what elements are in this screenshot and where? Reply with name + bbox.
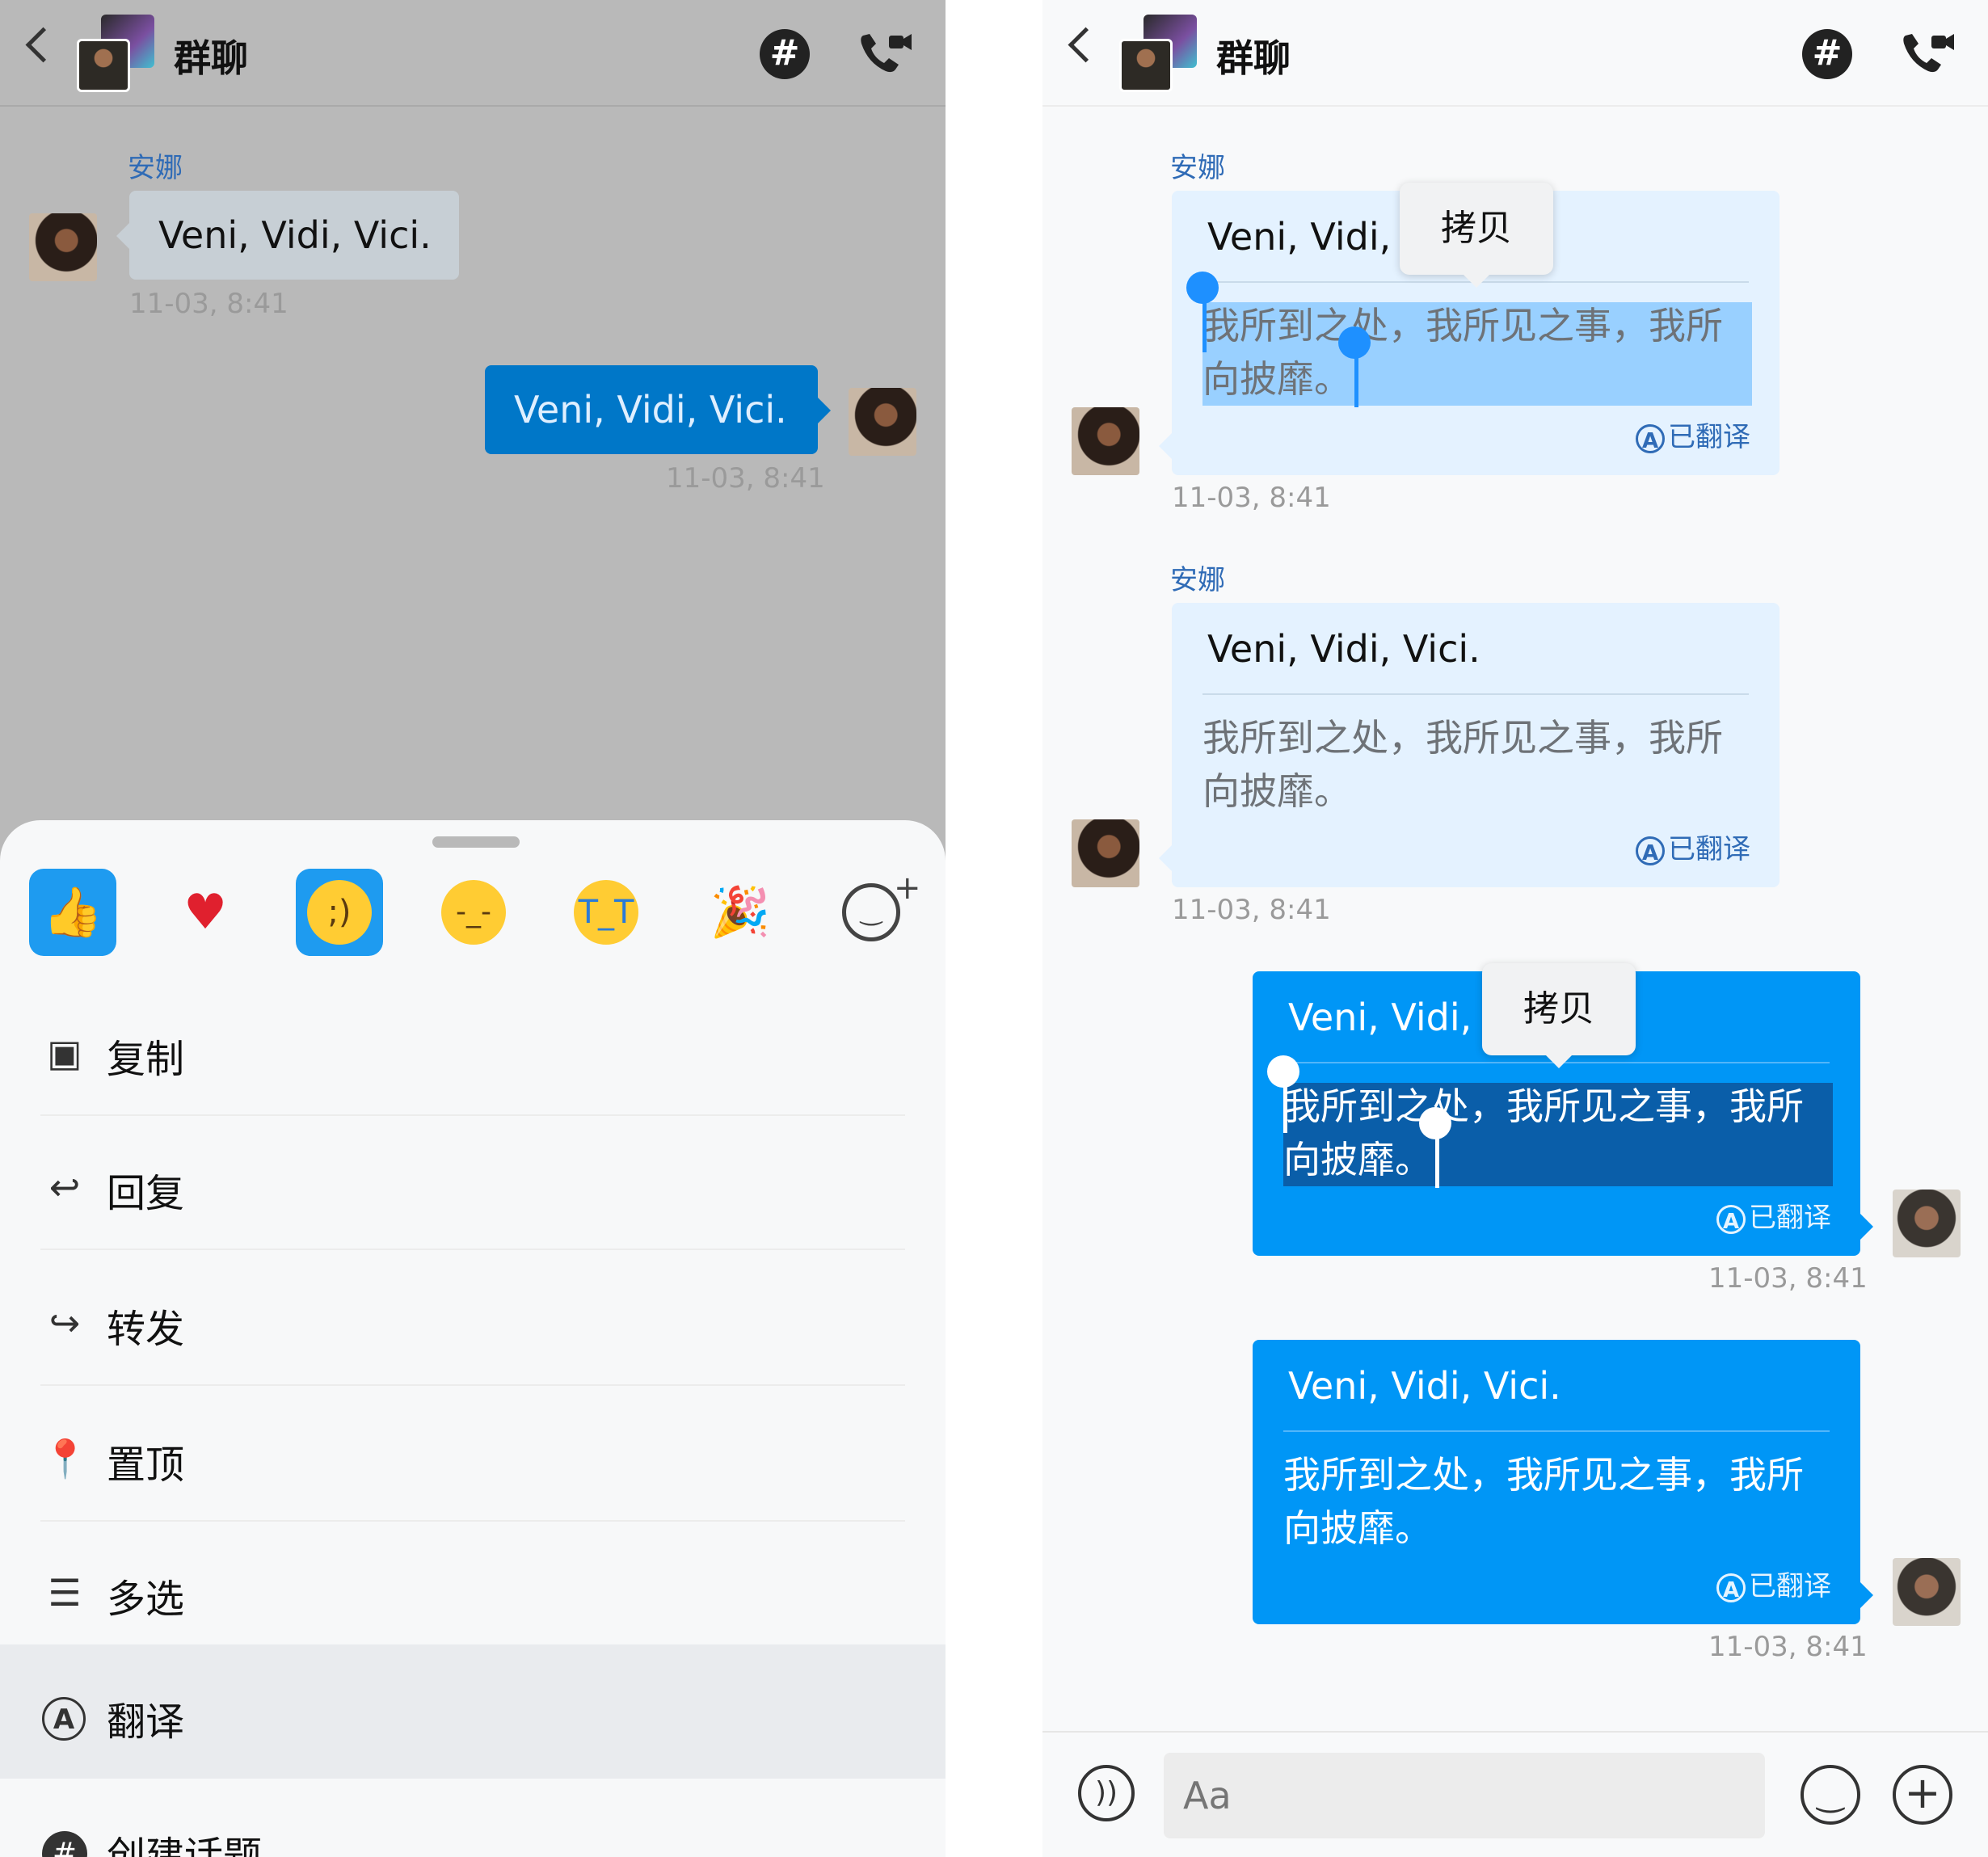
- translate-icon: A: [1716, 1573, 1746, 1602]
- raised-eyebrow-face-icon[interactable]: -_-: [430, 869, 517, 956]
- group-avatar[interactable]: [77, 15, 154, 92]
- sender-name: 安娜: [128, 152, 183, 184]
- translated-tag: A 已翻译: [1716, 1564, 1831, 1603]
- menu-multiselect[interactable]: ☰ 多选: [0, 1522, 946, 1656]
- video-call-icon[interactable]: [1899, 29, 1956, 78]
- menu-label: 置顶: [107, 1442, 185, 1488]
- add-attachment-icon[interactable]: +: [1893, 1765, 1952, 1825]
- menu-label: 转发: [107, 1307, 185, 1352]
- original-text: Veni, Vidi,: [1288, 996, 1472, 1039]
- selection-start-handle[interactable]: [1267, 1055, 1299, 1088]
- menu-label: 复制: [107, 1037, 185, 1082]
- hash-icon: #: [42, 1827, 87, 1857]
- copy-popup[interactable]: 拷贝: [1482, 963, 1636, 1068]
- avatar[interactable]: [29, 213, 97, 281]
- topic-hash-icon[interactable]: #: [760, 29, 810, 79]
- message-timestamp: 11-03, 8:41: [1172, 482, 1331, 514]
- sheet-grip[interactable]: [432, 836, 520, 848]
- message-text: Veni, Vidi, Vici.: [514, 388, 787, 432]
- original-text: Veni, Vidi, Vici.: [1288, 1364, 1561, 1408]
- add-reaction-icon[interactable]: ‿ +: [831, 869, 921, 956]
- chat-header: 群聊 #: [1042, 0, 1988, 107]
- video-call-icon[interactable]: [857, 29, 913, 78]
- action-sheet: 👍 ♥ ;) -_- T_T 🎉 ‿+ ▣ 复制 ↩ 回复 ↪ 转发 📍 置顶: [0, 820, 946, 1857]
- composer-bar: )) ‿ +: [1042, 1731, 1988, 1857]
- translated-text: 我所到之处，我所见之事，我所向披靡。: [1202, 716, 1723, 813]
- menu-label: 创建话题: [107, 1834, 263, 1857]
- chat-title: 群聊: [174, 36, 248, 80]
- translate-icon: A: [1636, 423, 1665, 453]
- incoming-message-bubble[interactable]: Veni, Vidi, Vici.: [116, 191, 459, 280]
- message-text: Veni, Vidi, Vici.: [158, 213, 432, 257]
- message-timestamp: 11-03, 8:41: [666, 462, 825, 495]
- selection-start-handle[interactable]: [1186, 272, 1219, 304]
- incoming-message-bubble[interactable]: Veni, Vidi, Vici. 我所到之处，我所见之事，我所向披靡。 A 已翻…: [1159, 603, 1780, 887]
- avatar[interactable]: [849, 388, 916, 456]
- left-panel: 群聊 # 安娜 Veni, Vidi, Vici. 11-03, 8:41 Ve…: [0, 0, 946, 1857]
- outgoing-message-bubble[interactable]: Veni, Vidi, Vici. 我所到之处，我所见之事，我所向披靡。 A 已翻…: [1253, 1340, 1873, 1624]
- chat-header: 群聊 #: [0, 0, 946, 107]
- party-popper-icon[interactable]: 🎉: [697, 869, 784, 956]
- chat-title: 群聊: [1216, 36, 1291, 80]
- back-icon[interactable]: [25, 27, 61, 63]
- message-timestamp: 11-03, 8:41: [1708, 1631, 1868, 1663]
- translated-tag: A 已翻译: [1636, 415, 1750, 454]
- group-avatar[interactable]: [1119, 15, 1197, 92]
- menu-translate[interactable]: A 翻译: [0, 1644, 946, 1779]
- menu-reply[interactable]: ↩ 回复: [0, 1116, 946, 1250]
- emoji-icon[interactable]: ‿: [1801, 1765, 1860, 1825]
- message-timestamp: 11-03, 8:41: [1708, 1262, 1868, 1295]
- original-text: Veni, Vidi,: [1207, 215, 1392, 259]
- reaction-bar: 👍 ♥ ;) -_- T_T 🎉 ‿ +: [0, 869, 946, 958]
- menu-label: 翻译: [107, 1699, 185, 1745]
- pin-icon: 📍: [42, 1437, 89, 1480]
- sender-name: 安娜: [1170, 564, 1225, 596]
- copy-icon: ▣: [47, 1031, 82, 1075]
- menu-label: 回复: [107, 1171, 185, 1216]
- right-panel: 群聊 # 安娜 Veni, Vidi, 我所到之处，我所见之事，我所向披靡。 A…: [1042, 0, 1988, 1857]
- heart-icon[interactable]: ♥: [162, 869, 249, 956]
- message-timestamp: 11-03, 8:41: [1172, 894, 1331, 926]
- menu-forward[interactable]: ↪ 转发: [0, 1252, 946, 1386]
- menu-label: 多选: [107, 1577, 185, 1622]
- menu-pin[interactable]: 📍 置顶: [0, 1387, 946, 1522]
- avatar[interactable]: [1893, 1190, 1961, 1257]
- translated-tag: A 已翻译: [1636, 827, 1750, 866]
- selection-end-handle[interactable]: [1338, 326, 1371, 359]
- crying-face-icon[interactable]: T_T: [562, 869, 650, 956]
- translate-icon: A: [1636, 836, 1665, 865]
- translated-text[interactable]: 我所到之处，我所见之事，我所向披靡。: [1283, 1080, 1833, 1186]
- menu-create-topic[interactable]: # 创建话题: [0, 1779, 946, 1857]
- outgoing-message-bubble[interactable]: Veni, Vidi, Vici.: [485, 365, 831, 454]
- message-timestamp: 11-03, 8:41: [129, 288, 289, 320]
- sender-name: 安娜: [1170, 152, 1225, 184]
- original-text: Veni, Vidi, Vici.: [1207, 627, 1480, 671]
- winking-face-icon[interactable]: ;): [296, 869, 383, 956]
- avatar[interactable]: [1072, 407, 1139, 475]
- message-input[interactable]: [1164, 1753, 1765, 1838]
- avatar[interactable]: [1072, 819, 1139, 887]
- translated-tag: A 已翻译: [1716, 1195, 1831, 1235]
- thumbs-up-icon[interactable]: 👍: [29, 869, 116, 956]
- multiselect-icon: ☰: [48, 1571, 82, 1615]
- avatar[interactable]: [1893, 1558, 1961, 1626]
- translated-text: 我所到之处，我所见之事，我所向披靡。: [1283, 1453, 1804, 1550]
- topic-hash-icon[interactable]: #: [1802, 29, 1852, 79]
- reply-icon: ↩: [48, 1165, 81, 1209]
- forward-icon: ↪: [48, 1301, 81, 1345]
- voice-input-icon[interactable]: )): [1078, 1765, 1135, 1821]
- copy-popup[interactable]: 拷贝: [1400, 183, 1553, 288]
- selection-end-handle[interactable]: [1419, 1107, 1451, 1139]
- translated-text[interactable]: 我所到之处，我所见之事，我所向披靡。: [1202, 299, 1752, 406]
- translate-icon: A: [1716, 1204, 1746, 1234]
- back-icon[interactable]: [1068, 27, 1104, 63]
- menu-copy[interactable]: ▣ 复制: [0, 982, 946, 1116]
- translate-icon: A: [42, 1693, 87, 1741]
